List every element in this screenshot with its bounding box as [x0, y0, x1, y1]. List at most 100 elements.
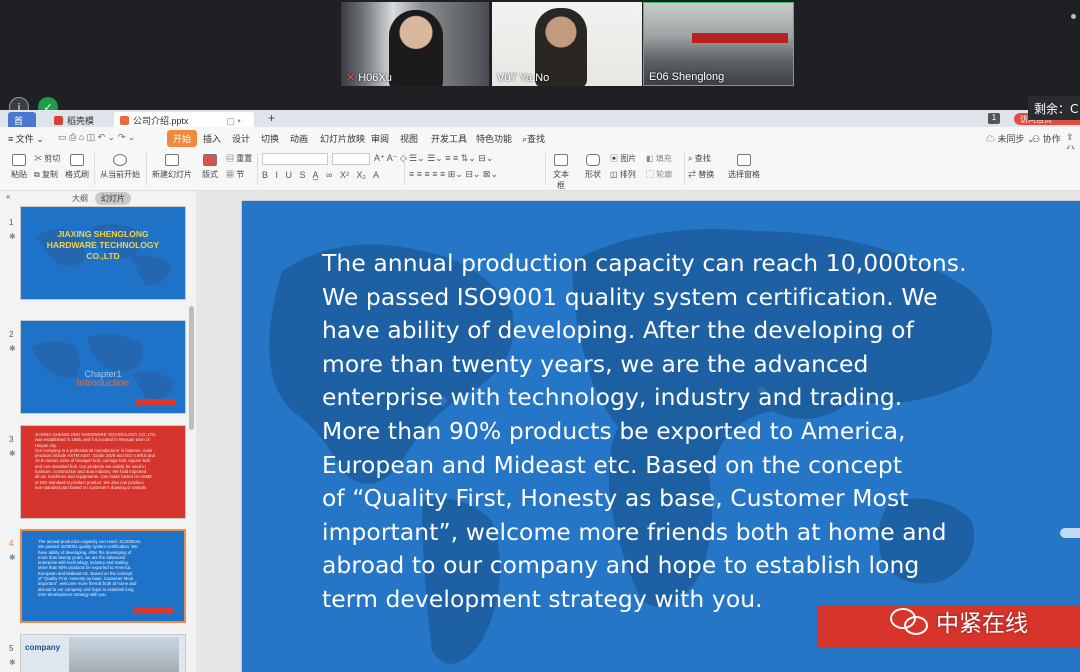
shape-button[interactable]: 形状 — [582, 154, 604, 180]
slide-number: 1 — [9, 218, 14, 227]
menu-transition[interactable]: 切换 — [261, 132, 279, 145]
cloud-icon: ☁ — [986, 134, 998, 144]
decorative-wave — [1060, 528, 1080, 538]
participant-tile-3[interactable]: E06 Shenglong — [643, 2, 794, 86]
slide-thumbnail-1[interactable]: JIAXING SHENGLONG HARDWARE TECHNOLOGY CO… — [20, 206, 186, 300]
collapse-pane-icon[interactable]: « — [6, 192, 10, 201]
menu-animation[interactable]: 动画 — [290, 132, 308, 145]
font-name-field[interactable] — [262, 153, 328, 165]
menu-start[interactable]: 开始 — [167, 130, 198, 147]
mic-muted-icon: ✕ — [346, 72, 356, 84]
arrange-button[interactable]: ◫ 排列 — [610, 169, 636, 180]
slide-number: 5 — [9, 644, 14, 653]
menu-insert[interactable]: 插入 — [203, 132, 221, 145]
slide-number: 3 — [9, 435, 14, 444]
participant-tile-1[interactable]: ✕ H06Xu — [341, 2, 489, 86]
divider — [404, 153, 405, 185]
slide-thumbnail-5[interactable]: company — [20, 634, 186, 672]
slide-thumbnail-4[interactable]: The annual production capacity can reach… — [20, 529, 186, 623]
menu-review[interactable]: 审阅 — [371, 132, 389, 145]
play-from-current-button[interactable]: 从当前开始 — [98, 154, 142, 180]
tab-slides[interactable]: 幻灯片 — [95, 192, 131, 205]
layout-icon — [203, 154, 217, 166]
slide-number: 4 — [9, 539, 14, 548]
window-control-dot[interactable] — [1071, 14, 1076, 19]
screen: ✕H06Xu V07 Ya No E06 Shenglong i ✓ 首页 稻壳… — [0, 0, 1080, 672]
font-size-arrows[interactable]: A⁺ A⁻ ◇ — [374, 153, 407, 164]
current-slide[interactable]: The annual production capacity can reach… — [242, 201, 1080, 672]
slide-thumbnail-3[interactable]: JIAXING SHENGLONG HARDWARE TECHNOLOGY CO… — [20, 425, 186, 519]
participant-name: E06 Shenglong — [649, 71, 725, 83]
textbox-button[interactable]: 文本框 — [550, 154, 572, 191]
fill-icon: ◧ — [646, 154, 656, 163]
menu-search[interactable]: ⌕查找 — [522, 132, 545, 145]
participant-tile-2[interactable]: V07 Ya No — [492, 2, 642, 86]
watermark: 中紧在线 — [888, 603, 1028, 639]
replace-button[interactable]: ⇄ 替换 — [688, 169, 714, 180]
replace-icon: ⇄ — [688, 170, 699, 179]
menu-developer[interactable]: 开发工具 — [431, 132, 467, 145]
textbox-icon — [554, 154, 568, 166]
reset-icon: ▤ — [226, 154, 237, 163]
menu-slideshow[interactable]: 幻灯片放映 — [320, 132, 365, 145]
copy-icon: ⧉ — [34, 170, 42, 179]
divider — [257, 153, 258, 185]
copy-button[interactable]: ⧉ 复制 — [34, 169, 58, 180]
find-button[interactable]: ⌕ 查找 — [688, 153, 711, 164]
tab-template[interactable]: 稻壳模板 — [48, 112, 108, 139]
menu-file[interactable]: ≡ 文件 ⌄ — [8, 132, 44, 145]
tab-presentation-file[interactable]: 公司介绍.pptx ▢ • — [114, 112, 254, 127]
video-strip: ✕ H06Xu V07 Ya No E06 Shenglong — [0, 0, 1080, 110]
tab-outline[interactable]: 大纲 — [72, 193, 88, 204]
selection-pane-button[interactable]: 选择窗格 — [728, 154, 760, 180]
slide-body-text[interactable]: The annual production capacity can reach… — [322, 247, 1042, 617]
section-icon: ▦ — [226, 170, 237, 179]
menu-bar: ≡ 文件 ⌄ ▭ ⎙ ⌂ ◫ ↶ ⌄ ↷ ⌄ 开始 插入 设计 切换 动画 幻灯… — [0, 127, 1080, 155]
collab-button[interactable]: ⚇ 协作 — [1032, 132, 1061, 145]
quick-access-icons[interactable]: ▭ ⎙ ⌂ ◫ ↶ ⌄ ↷ ⌄ — [58, 132, 135, 143]
align-buttons[interactable]: ≡ ≡ ≡ ≡ ≡ ⊞⌄ ⊟⌄ ⊠⌄ — [409, 169, 498, 180]
picture-icon: ▣ — [610, 154, 621, 163]
thumbnail-text: JIAXING SHENGLONG HARDWARE TECHNOLOGY CO… — [35, 432, 157, 490]
menu-design[interactable]: 设计 — [232, 132, 250, 145]
outline-button[interactable]: ▢ 轮廓 — [646, 169, 672, 180]
tab-home[interactable]: 首页 — [8, 112, 36, 139]
play-icon — [113, 154, 127, 166]
layout-button[interactable]: 版式 — [200, 154, 220, 180]
font-size-field[interactable] — [332, 153, 370, 165]
menu-features[interactable]: 特色功能 — [476, 132, 512, 145]
ppt-file-icon — [120, 116, 129, 125]
template-icon — [54, 116, 63, 125]
thumbnail-scrollbar[interactable] — [189, 306, 194, 430]
sync-status[interactable]: ☁ 未同步 ⌄ — [986, 132, 1035, 145]
text-format-buttons[interactable]: B I U S A̲ ∞ X² X₂ A — [262, 170, 379, 180]
slide-pane-header: « 大纲 幻灯片 — [0, 191, 196, 205]
paste-button[interactable]: 粘贴 — [7, 154, 31, 180]
red-tag — [135, 399, 175, 405]
share-icon: ⇪ — [1066, 132, 1074, 142]
cut-button[interactable]: ✂ 剪切 — [34, 153, 60, 164]
search-icon: ⌕ — [688, 154, 695, 163]
watermark-text: 中紧在线 — [936, 611, 1028, 637]
new-slide-button[interactable]: 新建幻灯片 — [150, 154, 194, 180]
people-icon: ⚇ — [1032, 134, 1043, 144]
picture-button[interactable]: ▣ 图片 — [610, 153, 636, 164]
new-tab-button[interactable]: + — [268, 111, 275, 125]
window-count-badge[interactable]: 1 — [988, 113, 1000, 124]
slide-number: 2 — [9, 330, 14, 339]
slide-thumbnail-list: 1 ✱ JIAXING SHENGLONG HARDWARE TECHNOLOG… — [0, 206, 196, 672]
participant-name: V07 Ya No — [497, 72, 550, 84]
wall-banner — [692, 33, 788, 43]
section-button[interactable]: ▦ 节 — [226, 169, 244, 180]
slide-thumbnail-2[interactable]: Chapter1 Introduction — [20, 320, 186, 414]
list-buttons[interactable]: ☰⌄ ☰⌄ ≡ ≡ ⇅⌄ ⊟⌄ — [409, 153, 493, 164]
brush-icon — [70, 154, 84, 166]
animation-star-icon: ✱ — [9, 232, 16, 241]
reset-button[interactable]: ▤ 重置 — [226, 153, 252, 164]
participant-name: ✕ H06Xu — [346, 72, 392, 84]
tab-close-icon[interactable]: ▢ • — [227, 116, 241, 126]
divider — [146, 153, 147, 185]
menu-view[interactable]: 视图 — [400, 132, 418, 145]
format-painter-button[interactable]: 格式刷 — [64, 154, 90, 180]
fill-button[interactable]: ◧ 填充 — [646, 153, 672, 164]
